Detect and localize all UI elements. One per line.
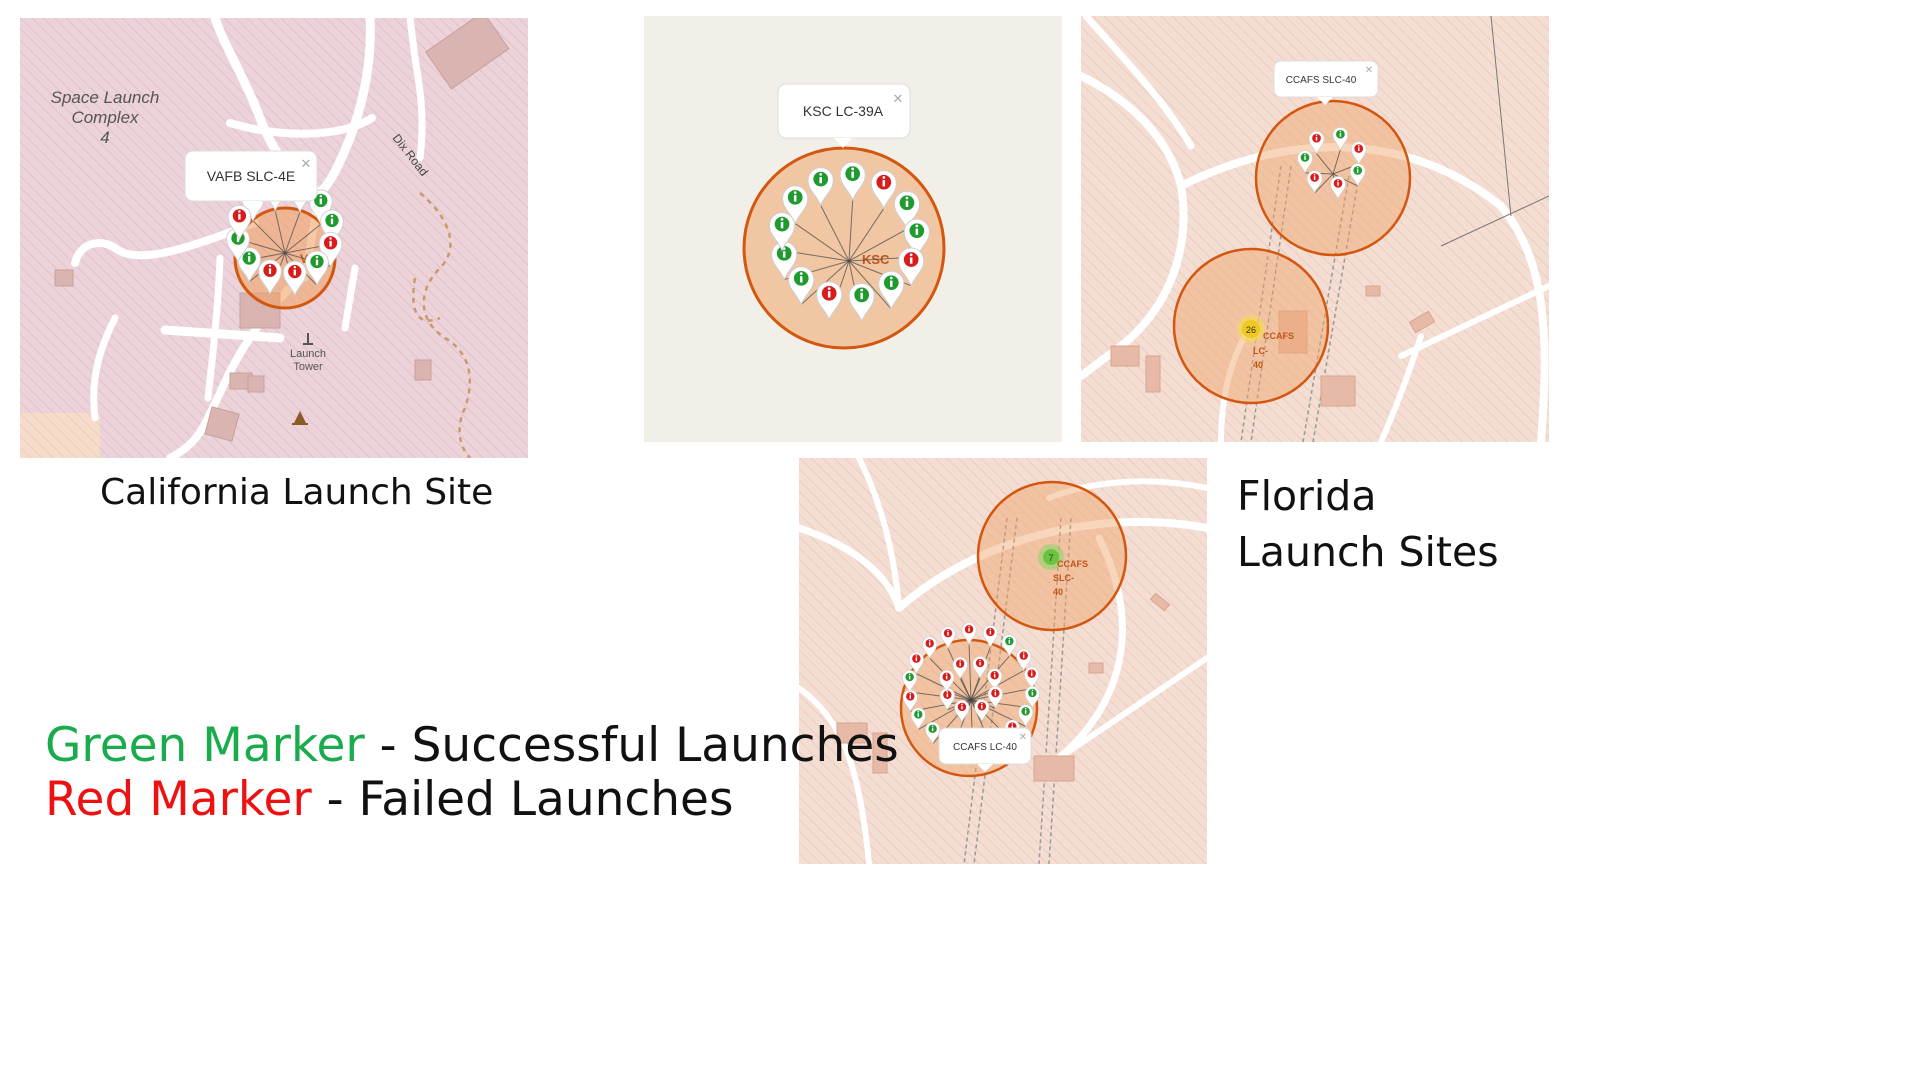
info-icon <box>325 213 339 228</box>
close-icon[interactable]: ✕ <box>1365 65 1373 76</box>
info-icon <box>925 639 934 648</box>
svg-text:Complex: Complex <box>71 108 139 127</box>
cluster-count: 7 <box>1048 553 1053 563</box>
info-icon <box>876 174 892 190</box>
info-icon <box>787 189 803 205</box>
info-icon <box>854 287 870 303</box>
info-icon <box>957 702 967 712</box>
info-icon <box>955 659 965 668</box>
info-icon <box>943 628 953 638</box>
info-icon <box>310 254 324 269</box>
info-icon <box>263 263 277 277</box>
legend-failure-text: - Failed Launches <box>311 772 734 827</box>
info-icon <box>1027 669 1036 678</box>
caption-florida-line1: Florida <box>1237 472 1377 520</box>
svg-text:4: 4 <box>100 128 109 147</box>
info-icon <box>1353 166 1363 175</box>
info-icon <box>943 690 952 699</box>
info-icon <box>1028 688 1037 698</box>
info-icon <box>821 285 837 301</box>
map-panel-california[interactable]: Space Launch Complex 4 Dix Road Launch T… <box>20 18 528 458</box>
info-icon <box>323 236 338 250</box>
map-ccafs-bottom[interactable]: 7 CCAFS SLC- 40 CCAFS LC-40 ✕ <box>799 458 1207 864</box>
caption-california: California Launch Site <box>100 472 494 513</box>
site-circle-slc40[interactable] <box>1254 99 1412 257</box>
svg-text:Launch: Launch <box>290 348 326 360</box>
svg-text:CCAFS: CCAFS <box>1263 331 1294 341</box>
info-icon <box>909 223 925 239</box>
svg-text:LC-: LC- <box>1253 346 1268 356</box>
info-icon <box>928 724 937 734</box>
info-icon <box>1310 173 1319 182</box>
legend-green-word: Green Marker <box>45 718 365 773</box>
info-icon <box>813 171 829 187</box>
info-icon <box>1333 178 1343 188</box>
map-panel-ccafs-lc40[interactable]: 7 CCAFS SLC- 40 CCAFS LC-40 ✕ <box>799 458 1207 864</box>
close-icon[interactable]: ✕ <box>893 91 904 106</box>
info-icon <box>942 672 951 682</box>
close-icon[interactable]: ✕ <box>1019 732 1027 743</box>
map-panel-ccafs-slc40[interactable]: 26 CCAFS LC- 40 CCAFS SLC-40 ✕ <box>1081 16 1549 442</box>
info-icon <box>977 702 987 711</box>
info-icon <box>288 264 302 279</box>
legend-success-text: - Successful Launches <box>364 718 899 773</box>
info-icon <box>912 654 921 663</box>
map-ksc[interactable]: KSC KSC LC-39A ✕ <box>644 16 1062 442</box>
popup-title: CCAFS SLC-40 <box>1286 75 1357 86</box>
info-icon <box>242 251 256 265</box>
caption-florida-line2: Launch Sites <box>1237 528 1499 576</box>
info-icon <box>991 688 1000 698</box>
popup-title: KSC LC-39A <box>803 103 884 119</box>
info-icon <box>1312 133 1321 143</box>
svg-text:Tower: Tower <box>293 361 323 373</box>
info-icon <box>899 195 915 211</box>
info-icon <box>964 625 974 634</box>
info-icon <box>914 710 923 719</box>
svg-text:40: 40 <box>1053 587 1063 597</box>
popup-title: CCAFS LC-40 <box>953 742 1017 753</box>
popup-title: VAFB SLC-4E <box>207 168 295 184</box>
label-launch-tower: Launch Tower <box>290 348 326 373</box>
info-icon <box>883 275 899 291</box>
marker-cluster[interactable]: 26 <box>1237 315 1265 343</box>
info-icon <box>905 672 914 682</box>
legend-failure: Red Marker - Failed Launches <box>45 772 733 827</box>
map-panel-ksc[interactable]: KSC KSC LC-39A ✕ <box>644 16 1062 442</box>
svg-text:Space Launch: Space Launch <box>51 88 160 107</box>
info-icon <box>774 216 790 232</box>
info-icon <box>903 252 919 267</box>
site-popup[interactable]: KSC LC-39A ✕ <box>777 83 911 148</box>
info-icon <box>906 692 915 701</box>
info-icon <box>1354 144 1364 153</box>
info-icon <box>793 270 809 286</box>
info-icon <box>990 671 999 680</box>
caption-florida: Florida Launch Sites <box>1237 468 1499 580</box>
info-icon <box>986 627 995 637</box>
svg-text:SLC-: SLC- <box>1053 573 1074 583</box>
map-ccafs-top[interactable]: 26 CCAFS LC- 40 CCAFS SLC-40 ✕ <box>1081 16 1549 442</box>
map-california[interactable]: Space Launch Complex 4 Dix Road Launch T… <box>20 18 528 458</box>
cluster-count: 26 <box>1246 325 1256 335</box>
close-icon[interactable]: ✕ <box>301 156 312 171</box>
info-icon <box>1019 651 1028 660</box>
info-icon <box>776 245 792 261</box>
info-icon <box>975 658 985 668</box>
info-icon <box>1300 153 1310 162</box>
info-icon <box>845 166 861 181</box>
legend-red-word: Red Marker <box>45 772 312 827</box>
site-popup[interactable]: VAFB SLC-4E ✕ <box>184 150 318 210</box>
info-icon <box>1336 129 1345 139</box>
info-icon <box>232 209 247 223</box>
legend-success: Green Marker - Successful Launches <box>45 718 899 773</box>
info-icon <box>1005 636 1014 646</box>
info-icon <box>1021 707 1030 716</box>
svg-text:CCAFS: CCAFS <box>1057 559 1088 569</box>
svg-text:40: 40 <box>1253 360 1263 370</box>
